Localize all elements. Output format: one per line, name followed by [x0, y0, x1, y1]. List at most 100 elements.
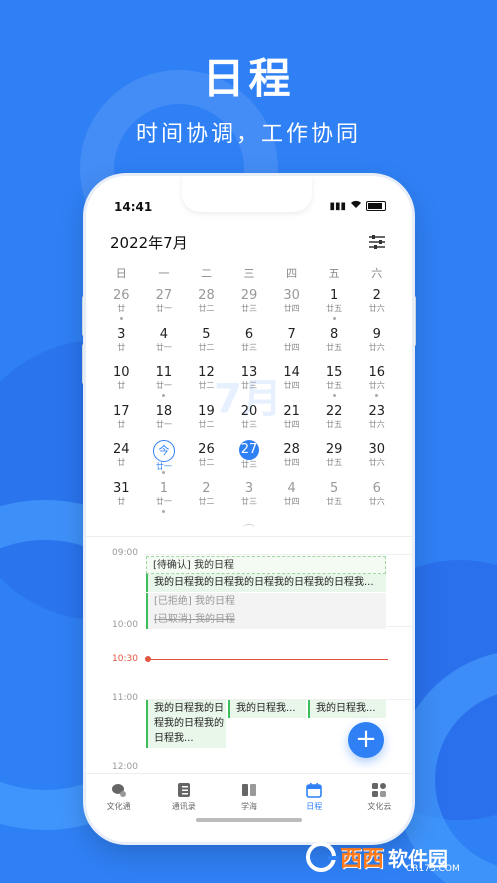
day-number: 29: [240, 288, 258, 303]
lunar-date: 廿五: [326, 419, 343, 429]
lunar-date: 廿: [117, 381, 126, 390]
calendar-day[interactable]: 4 廿一: [143, 323, 186, 362]
calendar-day[interactable]: 28 廿二: [185, 284, 228, 323]
event-rejected[interactable]: [已拒绝] 我的日程: [146, 593, 386, 611]
add-event-button[interactable]: +: [348, 722, 384, 758]
day-number: 18: [155, 403, 173, 419]
calendar-day[interactable]: 5 廿二: [185, 323, 228, 362]
calendar-day[interactable]: 29 廿五: [313, 438, 356, 477]
calendar-day[interactable]: 31 廿: [100, 477, 143, 516]
book-icon: [242, 784, 256, 796]
calendar-day-today[interactable]: 今廿一: [143, 438, 186, 477]
lunar-date: 廿二: [198, 381, 215, 390]
tab-contacts[interactable]: 通讯录: [151, 774, 216, 824]
event-pending[interactable]: [待确认] 我的日程: [146, 556, 386, 574]
calendar-day[interactable]: 13 廿三: [228, 361, 271, 400]
day-number: 9: [372, 326, 381, 342]
lunar-date: 廿六: [368, 342, 385, 352]
current-time-line: [148, 659, 388, 660]
lunar-date: 廿五: [326, 496, 343, 506]
event-cancelled[interactable]: [已取消] 我的日程: [146, 611, 386, 629]
calendar-day[interactable]: 27 廿一: [143, 284, 186, 323]
calendar-day[interactable]: 18 廿一: [143, 400, 186, 439]
calendar-day[interactable]: 24 廿: [100, 438, 143, 477]
bottom-tab-bar: 文化通 通讯录 学海 日程 文化云: [86, 773, 412, 824]
day-number: 31: [113, 480, 130, 496]
tab-xuehai[interactable]: 学海: [216, 774, 281, 824]
lunar-date: 廿四: [283, 458, 300, 467]
calendar-day[interactable]: 5 廿五: [313, 477, 356, 516]
calendar-day[interactable]: 1 廿一: [143, 477, 186, 516]
day-number: 20: [240, 403, 258, 419]
calendar-day[interactable]: 2 廿六: [355, 284, 398, 323]
calendar-week: 31 廿 1 廿一 2 廿二 3 廿三 4 廿四 5 廿五 6 廿六: [100, 477, 398, 516]
calendar-day[interactable]: 6 廿六: [355, 477, 398, 516]
calendar-day[interactable]: 26 廿二: [185, 438, 228, 477]
calendar-day[interactable]: 9 廿六: [355, 323, 398, 362]
calendar-day-selected[interactable]: 27 廿三: [228, 438, 271, 477]
calendar-day[interactable]: 17 廿: [100, 400, 143, 439]
hero-subtitle: 时间协调，工作协同: [135, 122, 361, 147]
status-time: 14:41: [114, 200, 153, 214]
event-item[interactable]: 我的日程我...: [228, 700, 306, 718]
calendar-day[interactable]: 29 廿三: [228, 284, 271, 323]
lunar-date: 廿四: [283, 381, 300, 390]
calendar-day[interactable]: 4 廿四: [270, 477, 313, 516]
calendar-day[interactable]: 11 廿一: [143, 361, 186, 400]
calendar-day[interactable]: 30 廿六: [355, 438, 398, 477]
time-label-0900: 09:00: [112, 548, 138, 558]
calendar-day[interactable]: 12 廿二: [185, 361, 228, 400]
filter-icon[interactable]: [368, 234, 386, 250]
calendar-day[interactable]: 7 廿四: [270, 323, 313, 362]
calendar-day[interactable]: 30 廿四: [270, 284, 313, 323]
lunar-date: 廿二: [198, 496, 215, 506]
time-label-1000: 10:00: [112, 620, 138, 630]
calendar-day[interactable]: 14 廿四: [270, 361, 313, 400]
calendar-day[interactable]: 6 廿三: [228, 323, 271, 362]
calendar-day[interactable]: 23 廿六: [355, 400, 398, 439]
calendar-day[interactable]: 19 廿二: [185, 400, 228, 439]
time-label-1100: 11:00: [112, 693, 138, 703]
calendar-day[interactable]: 1 廿五: [313, 284, 356, 323]
lunar-date: 廿: [117, 304, 126, 313]
day-number: 30: [368, 442, 386, 457]
calendar-day[interactable]: 3廿: [100, 323, 143, 362]
event-item[interactable]: 我的日程我...: [308, 700, 386, 718]
event-dot: [332, 317, 336, 320]
event-dot: [162, 471, 166, 474]
calendar-day[interactable]: 2 廿二: [185, 477, 228, 516]
tab-schedule[interactable]: 日程: [282, 774, 347, 824]
calendar-day[interactable]: 8 廿五: [313, 323, 356, 362]
lunar-date: 廿三: [241, 342, 258, 352]
day-number: 5: [330, 480, 339, 496]
day-number: 6: [244, 326, 254, 342]
event-item[interactable]: 我的日程我的日程我的日程我的日程我...: [146, 700, 226, 748]
lunar-date: 廿六: [368, 496, 385, 506]
calendar-day[interactable]: 26 廿: [100, 284, 143, 323]
day-number: 6: [372, 480, 381, 496]
day-number: 8: [330, 326, 339, 342]
tab-label: 文化通: [106, 802, 131, 811]
event-dot: [162, 509, 166, 513]
calendar-day[interactable]: 20 廿三: [228, 400, 271, 439]
month-title[interactable]: 2022年7月: [110, 232, 188, 253]
tab-wenhuayun[interactable]: 文化云: [347, 774, 412, 824]
lunar-date: 廿五: [326, 342, 343, 352]
calendar-day[interactable]: 10 廿: [100, 361, 143, 400]
apps-icon: [372, 783, 387, 797]
calendar-day[interactable]: 22 廿五: [313, 400, 356, 439]
calendar-day[interactable]: 16 廿六: [355, 361, 398, 400]
tab-label: 通讯录: [171, 802, 196, 811]
calendar-day[interactable]: 3 廿三: [228, 477, 271, 516]
divider: [86, 536, 412, 537]
tab-wenhuatong[interactable]: 文化通: [86, 774, 151, 824]
calendar-day[interactable]: 15 廿五: [313, 361, 356, 400]
weekday-label: 四: [286, 267, 298, 280]
calendar-day[interactable]: 21 廿四: [270, 400, 313, 439]
day-number: 1: [330, 288, 339, 303]
phone-frame: 14:41 ▮▮▮ 2022年7月 日 一 二 三 四 五 六 7月 26 廿 27…: [86, 176, 412, 842]
collapse-handle[interactable]: [243, 524, 255, 531]
calendar-day[interactable]: 28 廿四: [270, 438, 313, 477]
status-icons: ▮▮▮: [329, 200, 386, 212]
event-item[interactable]: 我的日程我的日程我的日程我的日程我的日程我...: [146, 574, 386, 592]
